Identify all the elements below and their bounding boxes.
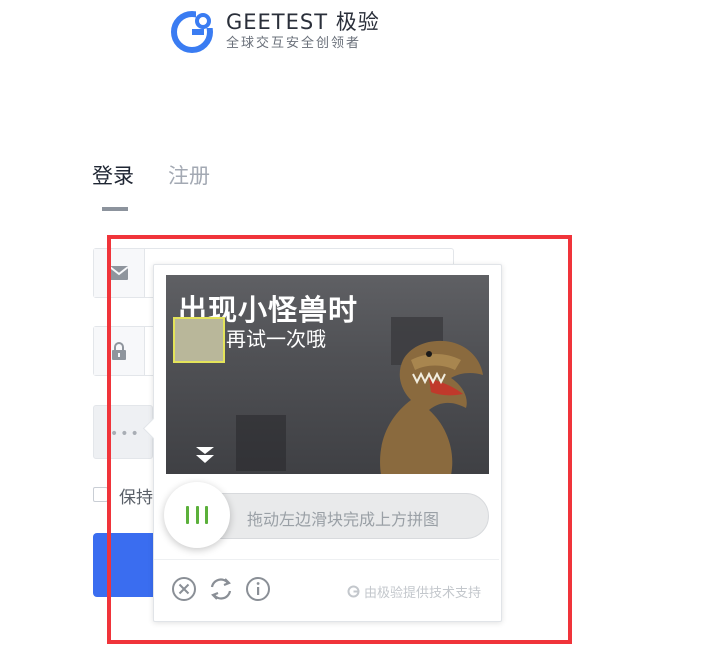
password-prefix <box>94 327 145 375</box>
captcha-trigger[interactable]: ••• <box>93 405 153 459</box>
email-prefix <box>94 249 145 297</box>
powered-by[interactable]: 由极验提供技术支持 <box>347 582 481 601</box>
puzzle-image: 出现小怪兽时 再试一次哦 <box>166 275 489 474</box>
close-icon[interactable] <box>171 576 197 602</box>
tab-register[interactable]: 注册 <box>168 162 210 190</box>
mail-icon <box>110 266 128 280</box>
puzzle-subtitle: 再试一次哦 <box>226 327 326 351</box>
login-page: GEETEST 极验 全球交互安全创领者 登录 注册 ••• 保持 出现小怪兽时… <box>0 0 704 671</box>
brand-tagline: 全球交互安全创领者 <box>226 36 362 51</box>
puzzle-slot-shadow <box>236 415 286 471</box>
slider-handle[interactable] <box>164 482 230 548</box>
ellipsis-icon: ••• <box>110 426 141 442</box>
remember-checkbox[interactable] <box>93 487 108 502</box>
captcha-popup: 出现小怪兽时 再试一次哦 拖动左边滑块完成上方拼图 由极验提供技术支持 <box>142 264 502 622</box>
brand-name: GEETEST 极验 <box>226 10 380 34</box>
geetest-logo: GEETEST 极验 全球交互安全创领者 <box>170 8 380 54</box>
chevron-down-icon <box>196 447 214 463</box>
captcha-footer: 由极验提供技术支持 <box>154 559 499 620</box>
geetest-small-icon <box>347 585 360 598</box>
refresh-icon[interactable] <box>208 576 234 602</box>
puzzle-piece <box>173 317 225 363</box>
geetest-logo-icon <box>171 10 216 53</box>
slider-hint: 拖动左边滑块完成上方拼图 <box>247 510 440 529</box>
dinosaur-image <box>380 341 483 474</box>
info-icon[interactable] <box>245 576 271 602</box>
active-tab-indicator <box>102 207 128 211</box>
lock-icon <box>112 342 126 360</box>
remember-label: 保持 <box>119 488 153 508</box>
tab-login[interactable]: 登录 <box>92 162 134 190</box>
powered-by-text: 由极验提供技术支持 <box>363 586 481 601</box>
grip-icon <box>186 506 208 524</box>
